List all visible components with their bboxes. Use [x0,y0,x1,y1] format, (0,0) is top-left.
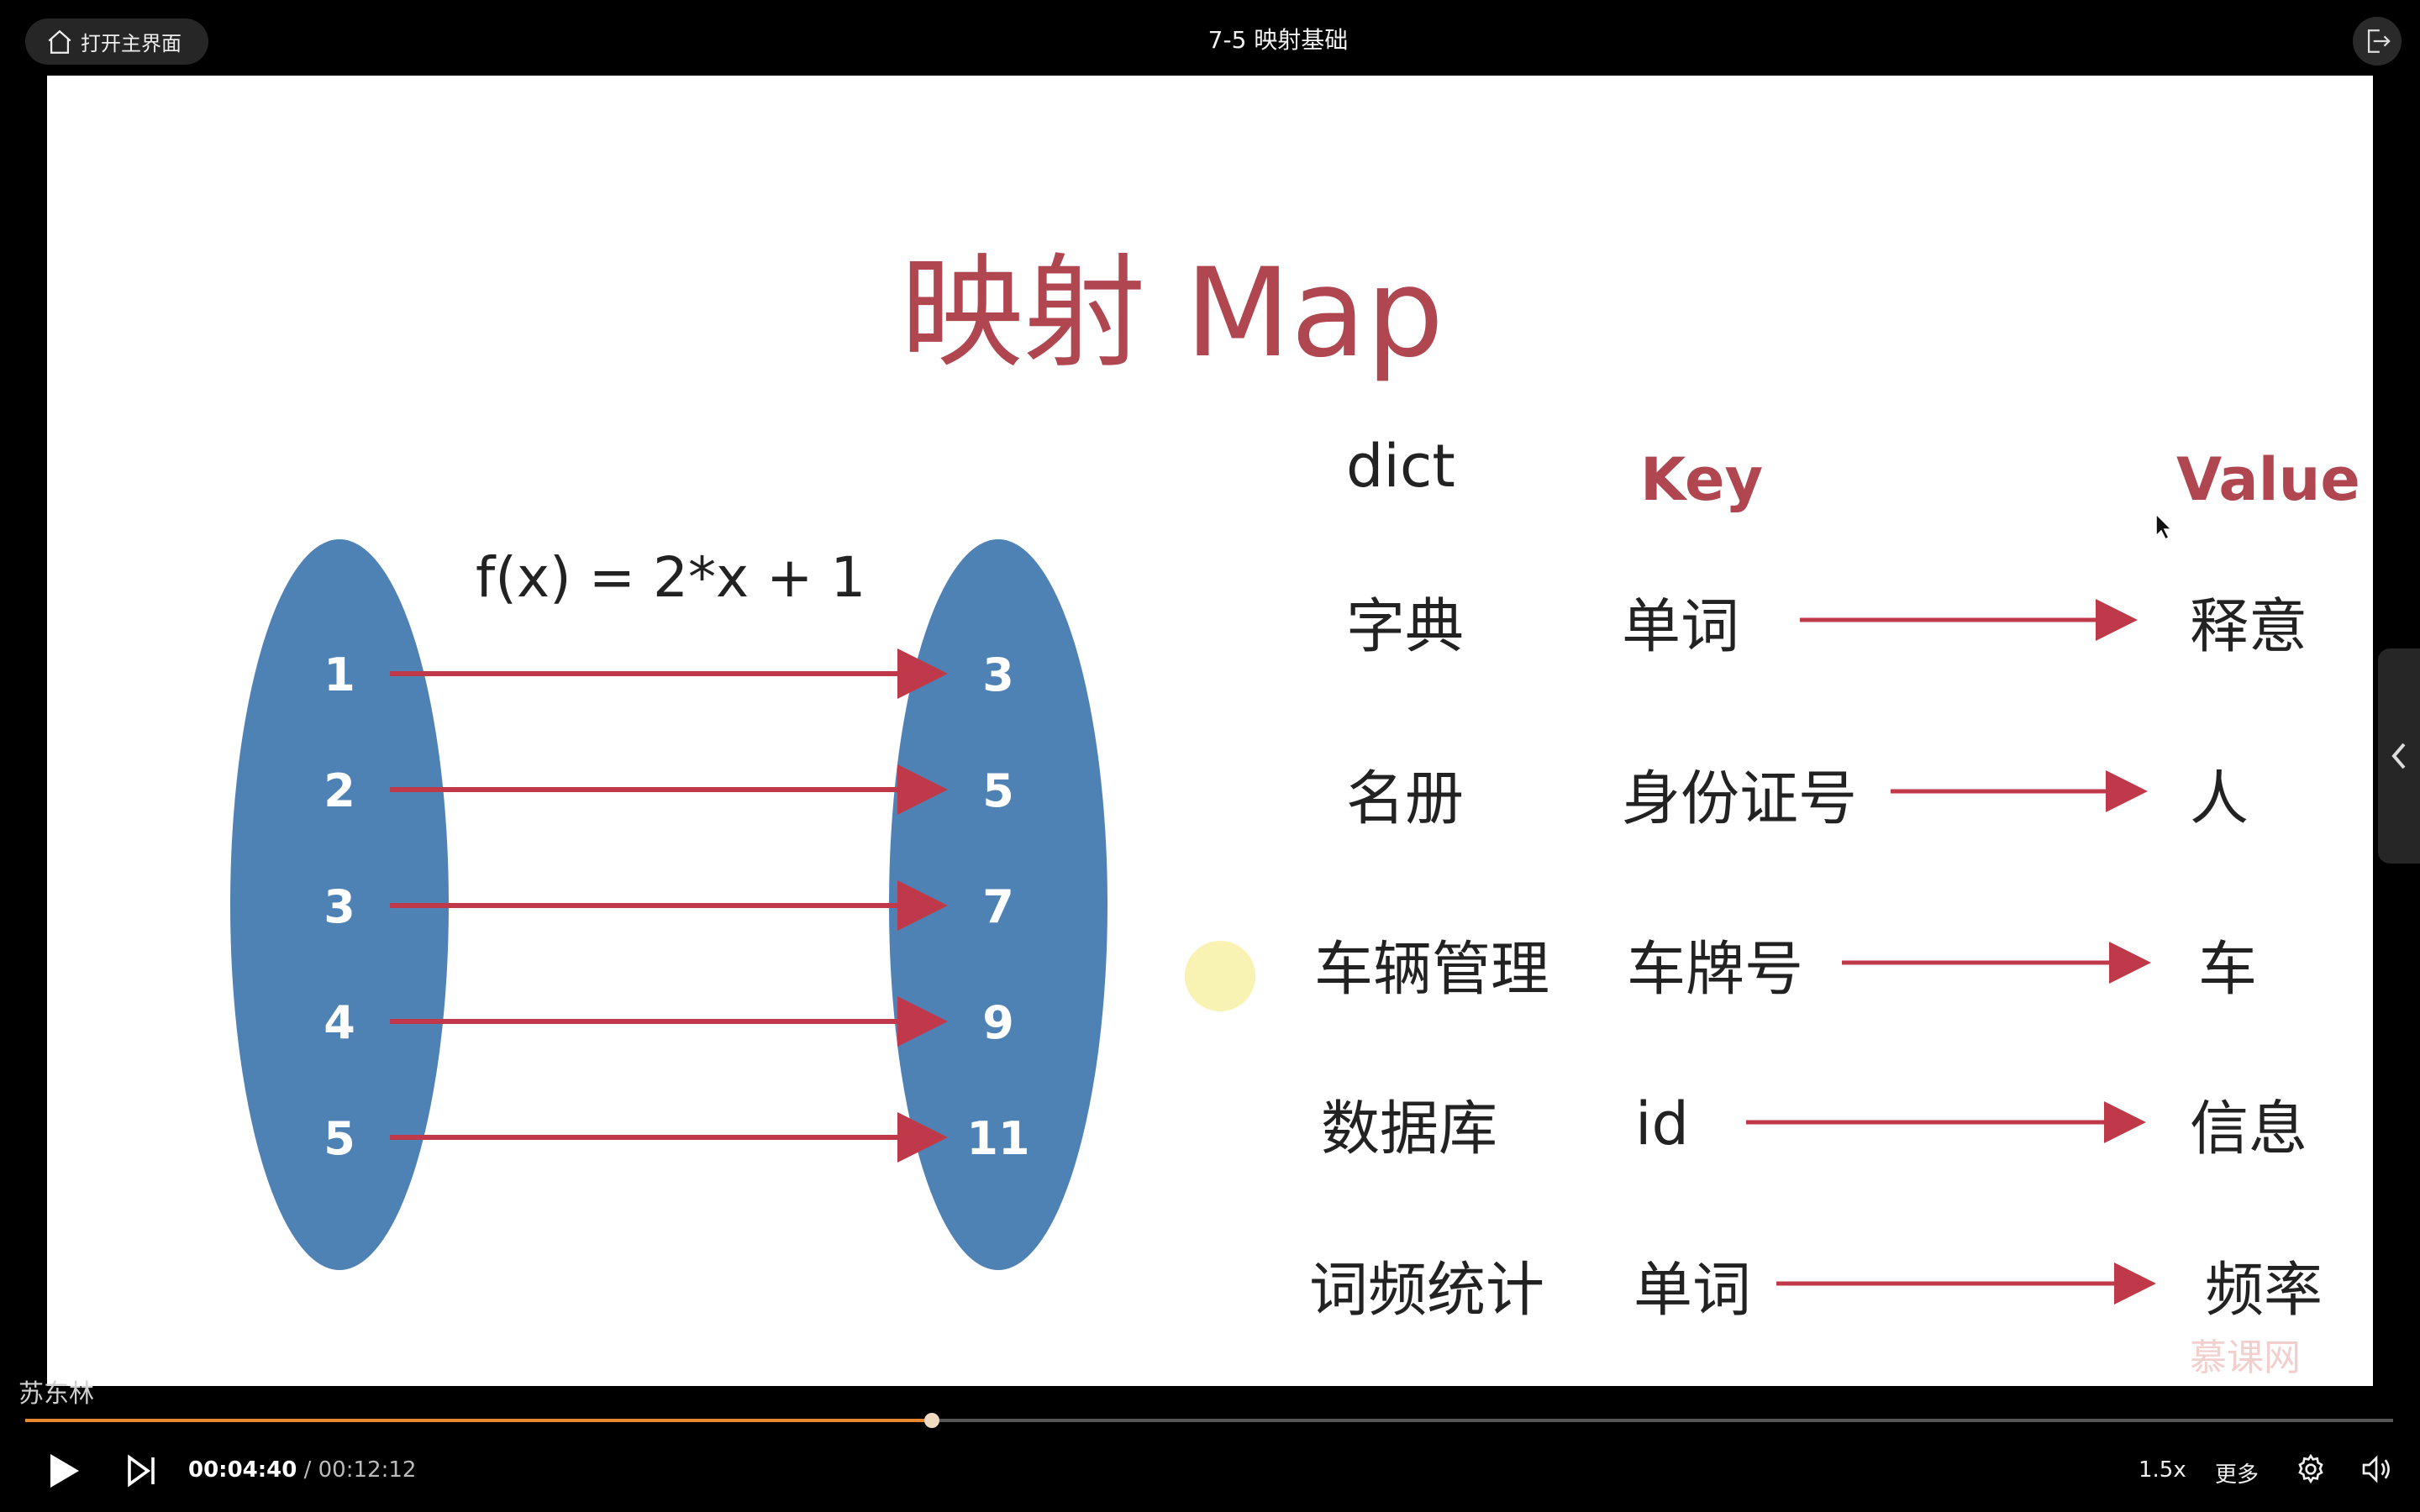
play-icon[interactable] [45,1451,82,1491]
watermark: 慕课网 [2190,1336,2301,1379]
next-icon[interactable] [126,1454,156,1488]
progress-thumb[interactable] [924,1413,940,1428]
current-time: 00:04:40 [188,1457,297,1483]
pointer-highlight [1185,941,1255,1011]
volume-icon[interactable] [2360,1452,2393,1486]
exit-icon [2367,29,2391,53]
time-display: 00:04:40 / 00:12:12 [188,1457,416,1483]
progress-bar[interactable] [25,1413,2393,1428]
video-title: 7-5 映射基础 [1207,26,1349,54]
slide: 映射 Map f(x) = 2*x + 1 1 3 2 5 3 7 4 9 5 11 dict K… [47,76,2373,1386]
more-button[interactable]: 更多 [2215,1457,2259,1488]
total-duration: 00:12:12 [318,1457,417,1483]
side-panel-toggle[interactable] [2378,648,2420,864]
gear-icon[interactable] [2294,1452,2328,1486]
playback-speed-button[interactable]: 1.5x [2139,1457,2186,1483]
chevron-left-icon [2391,743,2406,769]
progress-fill [25,1419,933,1422]
uploader-name: 苏东林 [18,1379,94,1409]
exit-button[interactable] [2353,17,2402,66]
table-arrows [1746,599,2156,1305]
player-controls: 00:04:40 / 00:12:12 1.5x 更多 [0,1441,2420,1499]
time-separator: / [297,1457,318,1483]
mouse-cursor-icon [2155,512,2173,541]
